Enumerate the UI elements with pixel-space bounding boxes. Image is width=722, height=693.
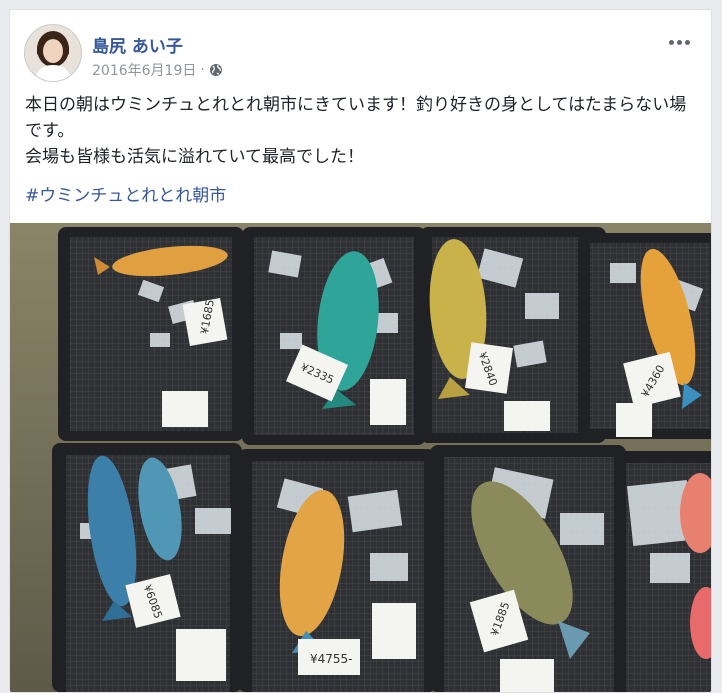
price-tag: ¥1685 — [182, 298, 228, 346]
post-card: 島尻 あい子 2016年6月19日 · 本日の朝はウミンチュとれとれ朝市にきてい… — [9, 9, 712, 693]
post-text-line-1: 本日の朝はウミンチュとれとれ朝市にきています！釣り好きの身としてはたまらない場で… — [25, 95, 687, 141]
blank-tag — [370, 379, 406, 425]
blank-tag — [372, 603, 416, 659]
blank-tag — [162, 391, 208, 427]
blank-tag — [616, 403, 652, 437]
blank-tag — [176, 629, 226, 681]
post-text-line-2: 会場も皆様も活気に溢れていて最高でした！ — [25, 147, 364, 167]
more-options-icon[interactable] — [664, 32, 694, 52]
price-tag: ¥4755- — [298, 639, 360, 675]
avatar[interactable] — [24, 24, 82, 82]
blank-tag — [504, 401, 550, 431]
author-name[interactable]: 島尻 あい子 — [92, 32, 183, 57]
post-photo[interactable]: ¥1685 ¥2335 ¥2840 ¥4360 ¥6085 ¥4755- ¥18… — [10, 223, 711, 692]
hashtag-link[interactable]: #ウミンチュとれとれ朝市 — [25, 181, 226, 206]
blank-tag — [500, 659, 554, 692]
post-meta: 2016年6月19日 · — [92, 60, 223, 80]
post-date[interactable]: 2016年6月19日 — [92, 60, 196, 80]
post-header: 島尻 あい子 2016年6月19日 · — [24, 24, 694, 84]
globe-icon[interactable] — [209, 63, 223, 77]
price-tag: ¥2840 — [465, 342, 513, 394]
meta-separator: · — [200, 62, 205, 78]
post-text: 本日の朝はウミンチュとれとれ朝市にきています！釣り好きの身としてはたまらない場で… — [25, 92, 697, 170]
price-tag-text: ¥4755- — [310, 652, 353, 666]
